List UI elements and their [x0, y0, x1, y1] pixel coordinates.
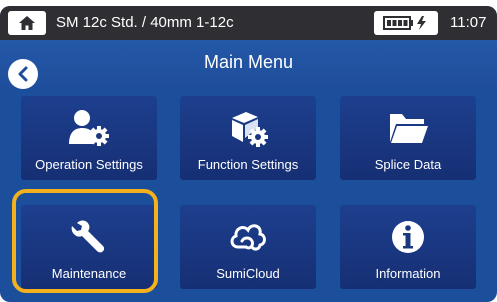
wrench-icon — [21, 215, 157, 259]
sumicloud-label: SumiCloud — [216, 266, 280, 281]
maintenance-label: Maintenance — [51, 266, 127, 281]
home-icon — [19, 16, 35, 30]
chevron-left-icon — [18, 66, 28, 82]
battery-status — [374, 11, 438, 35]
box-gear-icon — [180, 106, 316, 150]
info-icon — [340, 215, 476, 259]
operation-settings-button[interactable]: Operation Settings — [21, 96, 157, 180]
battery-charging-icon — [383, 16, 426, 30]
cloud-icon — [180, 215, 316, 259]
maintenance-button[interactable]: Maintenance — [21, 205, 157, 289]
information-label: Information — [375, 266, 441, 281]
splice-program-title: SM 12c Std. / 40mm 1-12c — [56, 14, 234, 31]
folder-icon — [340, 106, 476, 150]
device-frame: SM 12c Std. / 40mm 1-12c 11:07 Main Menu — [0, 0, 497, 302]
splice-data-label: Splice Data — [374, 157, 442, 172]
home-button[interactable] — [8, 11, 46, 35]
function-settings-label: Function Settings — [197, 157, 299, 172]
page-title: Main Menu — [203, 52, 294, 72]
function-settings-button[interactable]: Function Settings — [180, 96, 316, 180]
header: Main Menu — [0, 40, 497, 89]
information-button[interactable]: Information — [340, 205, 476, 289]
operation-settings-label: Operation Settings — [35, 157, 143, 172]
splice-data-button[interactable]: Splice Data — [340, 96, 476, 180]
screen: SM 12c Std. / 40mm 1-12c 11:07 Main Menu — [0, 6, 497, 302]
user-gear-icon — [21, 106, 157, 150]
back-button[interactable] — [8, 59, 38, 89]
status-bar: SM 12c Std. / 40mm 1-12c 11:07 — [0, 6, 497, 40]
sumicloud-button[interactable]: SumiCloud — [180, 205, 316, 289]
clock: 11:07 — [450, 14, 487, 31]
